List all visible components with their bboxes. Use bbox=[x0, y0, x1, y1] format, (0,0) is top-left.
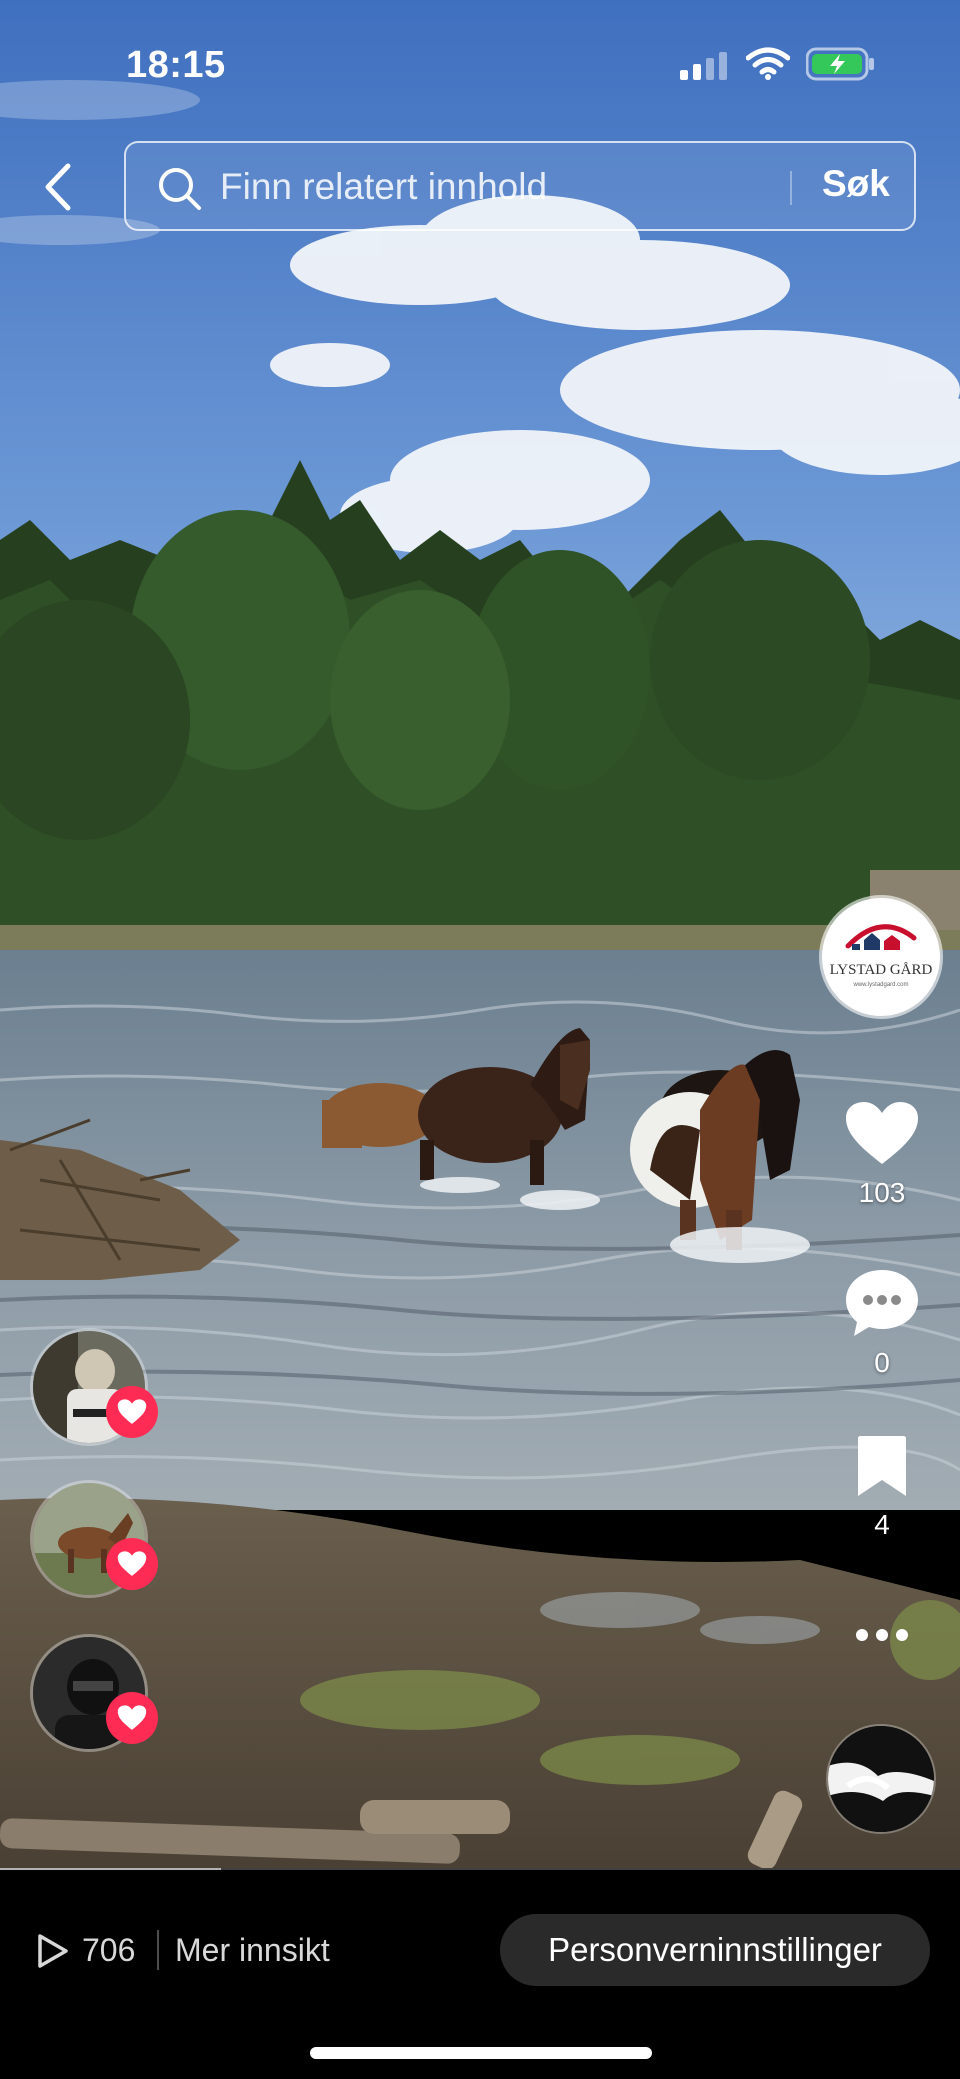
play-icon bbox=[38, 1934, 68, 1968]
heart-icon bbox=[117, 1705, 147, 1730]
home-indicator[interactable] bbox=[310, 2047, 652, 2059]
save-count: 4 bbox=[874, 1509, 890, 1540]
like-button[interactable]: 103 bbox=[834, 1100, 930, 1209]
liker-avatar-3[interactable] bbox=[30, 1634, 158, 1760]
divider bbox=[157, 1930, 159, 1970]
cellular-signal-icon bbox=[680, 52, 727, 80]
search-submit-button[interactable]: Søk bbox=[822, 163, 890, 205]
liker-heart-badge bbox=[106, 1692, 158, 1744]
heart-icon bbox=[117, 1551, 147, 1576]
bookmark-icon bbox=[858, 1436, 906, 1496]
privacy-settings-button[interactable]: Personverninnstillinger bbox=[500, 1914, 930, 1986]
creator-brand-url: www.lystadgard.com bbox=[853, 982, 909, 988]
more-options-icon[interactable] bbox=[852, 1620, 912, 1650]
creator-brand-name: LYSTAD GÅRD bbox=[829, 962, 933, 978]
playback-progress-fill bbox=[0, 1868, 221, 1870]
bottom-bar: 706 Mer innsikt Personverninnstillinger bbox=[0, 1868, 960, 2079]
heart-icon bbox=[117, 1399, 147, 1424]
battery-charging-icon bbox=[806, 47, 874, 81]
status-time: 18:15 bbox=[126, 44, 226, 86]
comment-count: 0 bbox=[874, 1347, 890, 1378]
wifi-icon bbox=[746, 47, 790, 80]
sound-disc[interactable] bbox=[828, 1726, 934, 1832]
comment-button[interactable]: 0 bbox=[834, 1266, 930, 1379]
search-icon bbox=[159, 168, 201, 210]
liker-heart-badge bbox=[106, 1386, 158, 1438]
search-bar[interactable]: Søk bbox=[124, 141, 916, 231]
back-button[interactable] bbox=[36, 160, 80, 214]
like-count: 103 bbox=[858, 1177, 906, 1208]
farm-logo-icon bbox=[845, 924, 917, 950]
save-button[interactable]: 4 bbox=[834, 1434, 930, 1541]
creator-avatar[interactable]: LYSTAD GÅRD www.lystadgard.com bbox=[822, 898, 940, 1016]
liker-avatar-1[interactable] bbox=[30, 1328, 158, 1454]
comment-icon bbox=[846, 1270, 918, 1336]
liker-avatar-2[interactable] bbox=[30, 1480, 158, 1606]
search-input[interactable] bbox=[220, 165, 780, 209]
heart-icon bbox=[846, 1102, 918, 1164]
liker-heart-badge bbox=[106, 1538, 158, 1590]
more-insights-link[interactable]: Mer innsikt bbox=[175, 1932, 330, 1969]
playback-progress-track[interactable] bbox=[0, 1868, 960, 1870]
search-divider bbox=[790, 171, 792, 205]
sound-avatar-icon bbox=[828, 1726, 934, 1832]
view-count: 706 bbox=[82, 1932, 136, 1968]
